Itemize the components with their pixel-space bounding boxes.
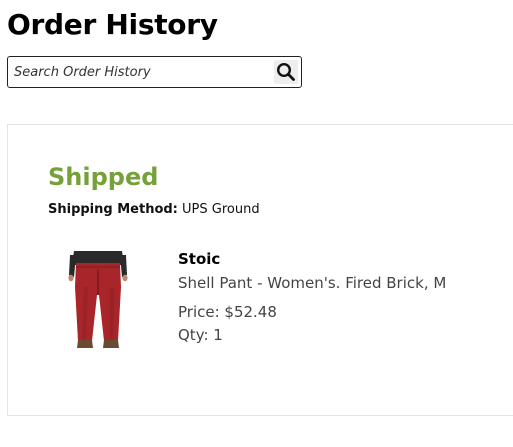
page-title: Order History	[7, 8, 218, 41]
search-button[interactable]	[274, 60, 298, 84]
order-status: Shipped	[48, 163, 159, 191]
item-brand[interactable]: Stoic	[178, 249, 220, 269]
item-quantity: Qty: 1	[178, 326, 223, 344]
search-input[interactable]	[14, 57, 264, 87]
order-card: Shipped Shipping Method: UPS Ground Stoi…	[7, 124, 513, 416]
search-box	[7, 56, 302, 88]
shipping-method: Shipping Method: UPS Ground	[48, 201, 260, 219]
product-image[interactable]	[66, 247, 130, 351]
item-description[interactable]: Shell Pant - Women's. Fired Brick, M	[178, 273, 446, 293]
order-history-page: Order History Shipped Shipping Method: U…	[0, 0, 513, 447]
shipping-method-label: Shipping Method:	[48, 202, 178, 217]
search-icon	[276, 62, 295, 81]
item-price: Price: $52.48	[178, 303, 277, 321]
red-pants-image	[68, 251, 128, 348]
shipping-method-value: UPS Ground	[182, 202, 260, 217]
